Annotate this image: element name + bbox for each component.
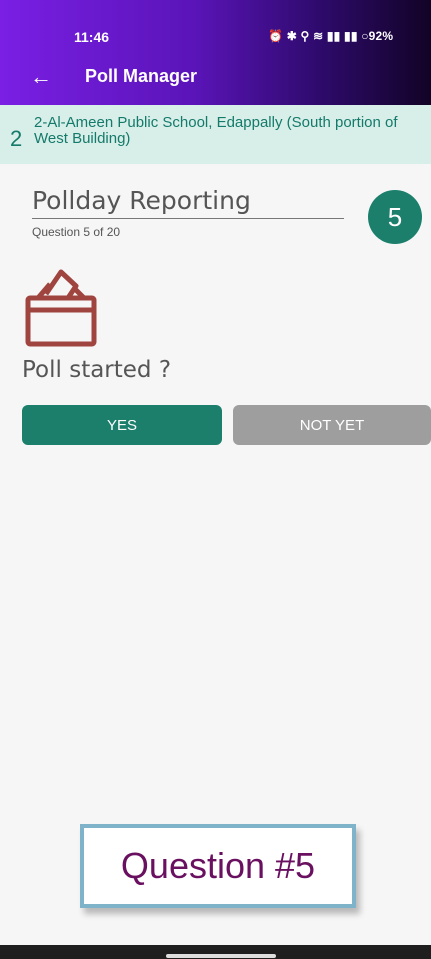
not-yet-button[interactable]: NOT YET: [233, 405, 431, 445]
title-divider: [32, 218, 344, 219]
signal-icon: ▮▮: [326, 29, 341, 43]
yes-button[interactable]: YES: [22, 405, 222, 445]
back-button[interactable]: ←: [24, 60, 58, 94]
question-text: Poll started ?: [22, 357, 172, 383]
station-name: 2-Al-Ameen Public School, Edappally (Sou…: [34, 114, 398, 147]
question-progress: Question 5 of 20: [32, 225, 121, 239]
location-icon: ⚲: [300, 29, 310, 43]
app-title: Poll Manager: [85, 66, 198, 86]
arrow-left-icon: ←: [30, 64, 52, 89]
question-number-badge: 5: [368, 190, 422, 244]
bluetooth-icon: ✱: [286, 29, 297, 43]
status-icons: ⏰ ✱ ⚲ ≋ ▮▮ ▮▮ ○92%: [268, 29, 393, 43]
question-section-title: Pollday Reporting: [32, 186, 251, 215]
app-header: [0, 0, 431, 105]
station-number: 2: [10, 126, 23, 151]
question-label-overlay: Question #5: [80, 824, 356, 908]
alarm-icon: ⏰: [268, 29, 284, 43]
signal-icon: ▮▮: [344, 29, 358, 43]
status-time: 11:46: [74, 29, 110, 45]
wifi-icon: ≋: [313, 29, 324, 43]
battery-icon: ○: [361, 29, 369, 43]
ballot-box-icon: [25, 269, 97, 347]
home-handle[interactable]: [166, 954, 276, 958]
battery-level: 92%: [368, 29, 394, 43]
